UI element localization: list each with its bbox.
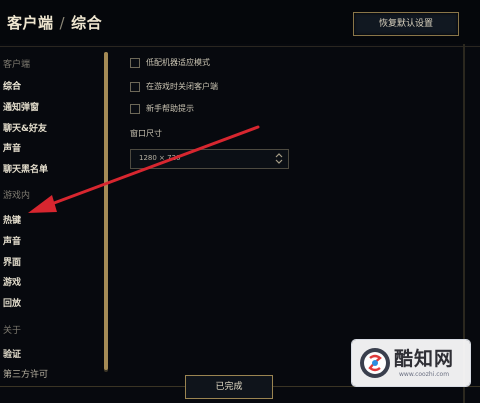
watermark-name: 酷知网 xyxy=(394,348,455,370)
watermark-badge: 酷知网 www.coozhi.com xyxy=(352,340,470,386)
coozhi-logo-icon xyxy=(360,348,390,378)
watermark-url: www.coozhi.com xyxy=(399,371,450,378)
